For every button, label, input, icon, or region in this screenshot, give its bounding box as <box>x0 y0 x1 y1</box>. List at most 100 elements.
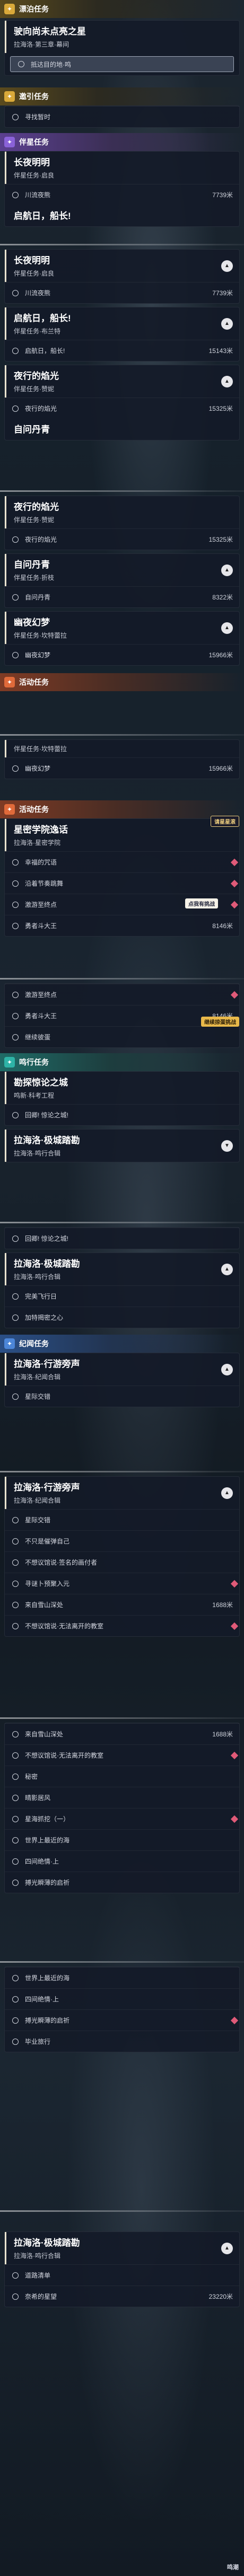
quest-card[interactable]: 寻找暂时 <box>4 105 240 128</box>
quest-step[interactable]: 寻找暂时 <box>5 106 239 127</box>
quest-step[interactable]: 四间绝情·上 <box>5 1850 239 1872</box>
chevron-up-icon[interactable]: ▲ <box>221 1363 233 1375</box>
section-header-event[interactable]: ✦ 活动任务 <box>0 800 244 818</box>
quest-step[interactable]: 川流夜熊 7739米 <box>5 184 239 205</box>
quest-step[interactable]: 幽夜幻梦 15966米 <box>5 757 239 779</box>
quest-step[interactable]: 幸福的咒语 <box>5 851 239 872</box>
quest-step[interactable]: 幽夜幻梦 15966米 <box>5 644 239 665</box>
quest-step[interactable]: 来自雪山深处 1688米 <box>5 1594 239 1615</box>
quest-step[interactable]: 搏光瞬薄的启祈 <box>5 1872 239 1893</box>
section-header-invite[interactable]: ✦ 邀引任务 <box>0 87 244 105</box>
quest-card[interactable]: 夜行的焰光 伴星任务·赞妮 ▲ 夜行的焰光 15325米 自问丹青 <box>4 365 240 440</box>
quest-header[interactable]: 启航日，船长! 伴星任务·布兰特 ▲ <box>5 307 239 340</box>
quest-header[interactable]: 星密学院逸话 拉海洛·星密学院 <box>5 819 239 851</box>
quest-card[interactable]: 星密学院逸话 拉海洛·星密学院 幸福的咒语 沿着节奏跳舞 激游至终点 勇者斗大王… <box>4 816 240 937</box>
quest-step[interactable]: 夜行的焰光 15325米 <box>5 398 239 419</box>
chevron-up-icon[interactable]: ▲ <box>221 564 233 576</box>
quest-card[interactable]: 拉海洛·极城踏勘 拉海洛·鸣行合辑 ▲ 完美飞行日 加特揭密之心 <box>4 1252 240 1328</box>
quest-card[interactable]: 拉海洛·行游旁声 拉海洛·纪闻合辑 ▲ 星际交错 <box>4 1353 240 1407</box>
quest-card[interactable]: 幽夜幻梦 伴星任务·坎特蕾拉 ▲ 幽夜幻梦 15966米 <box>4 611 240 666</box>
quest-step[interactable]: 星海抓挖（一） <box>5 1808 239 1829</box>
quest-card[interactable]: 长夜明明 伴星任务·启良 川流夜熊 7739米 启航日，船长! <box>4 151 240 227</box>
section-header-wander[interactable]: ✦ 漂泊任务 <box>0 0 244 18</box>
quest-step[interactable]: 继续彼蛋 <box>5 1026 239 1047</box>
quest-step[interactable]: 夜行的焰光 15325米 <box>5 528 239 550</box>
quest-header[interactable]: 夜行的焰光 伴星任务·赞妮 ▲ <box>5 365 239 398</box>
quest-step[interactable]: 晴影居风 <box>5 1787 239 1808</box>
quest-card[interactable]: 夜行的焰光 伴星任务·赞妮 夜行的焰光 15325米 <box>4 496 240 550</box>
quest-step[interactable]: 世界上最近的海 <box>5 1829 239 1850</box>
quest-card[interactable]: 勘探惊论之城 鸣新·科考工程 回卿! 惊论之城! <box>4 1071 240 1126</box>
quest-step[interactable]: 世界上最近的海 <box>5 1967 239 1988</box>
quest-step[interactable]: 星际交错 <box>5 1386 239 1407</box>
quest-header[interactable]: 拉海洛·极城踏勘 拉海洛·鸣行合辑 ▲ <box>5 1253 239 1285</box>
quest-card[interactable]: 伴星任务·坎特蕾拉 幽夜幻梦 15966米 <box>4 739 240 779</box>
quest-step[interactable]: 自问丹青 8322米 <box>5 586 239 607</box>
quest-card[interactable]: 回卿! 惊论之城! <box>4 1227 240 1249</box>
quest-step[interactable]: 沿着节奏跳舞 <box>5 872 239 894</box>
quest-header[interactable]: 拉海洛·行游旁声 拉海洛·纪闻合辑 ▲ <box>5 1353 239 1386</box>
chevron-up-icon[interactable]: ▲ <box>221 1487 233 1499</box>
quest-card[interactable]: 启航日，船长! 伴星任务·布兰特 ▲ 启航日，船长! 15143米 <box>4 307 240 361</box>
quest-header[interactable]: 驶向尚未点亮之星 拉海洛·第三章·幕间 <box>5 21 239 53</box>
quest-step[interactable]: 秘密 <box>5 1766 239 1787</box>
quest-step[interactable]: 不想议馆说·签名的画付者 <box>5 1551 239 1573</box>
quest-card[interactable]: 拉海洛·行游旁声 拉海洛·纪闻合辑 ▲ 星际交错 不只是催弹自己 不想议馆说·签… <box>4 1476 240 1637</box>
quest-header[interactable]: 启航日，船长! <box>5 205 239 226</box>
quest-step[interactable]: 搏光瞬薄的启祈 <box>5 2009 239 2031</box>
quest-step[interactable]: 勇者斗大王 8146米 <box>5 915 239 936</box>
quest-header[interactable]: 拉海洛·极城踏勘 拉海洛·鸣行合辑 ▼ <box>5 1130 239 1162</box>
quest-header[interactable]: 拉海洛·极城踏勘 拉海洛·鸣行合辑 ▲ <box>5 2232 239 2264</box>
quest-header[interactable]: 伴星任务·坎特蕾拉 <box>5 740 239 757</box>
quest-step[interactable]: 奈希的星望 23220米 <box>5 2286 239 2307</box>
quest-header[interactable]: 长夜明明 伴星任务·启良 <box>5 152 239 184</box>
chevron-up-icon[interactable]: ▲ <box>221 375 233 387</box>
quest-step[interactable]: 加特揭密之心 <box>5 1307 239 1328</box>
quest-step[interactable]: 不想议馆说·无法离开的教室 <box>5 1615 239 1636</box>
quest-card[interactable]: 激游至终点 勇者斗大王 8146米 继续彼蛋 继续掠蛋挑战 <box>4 983 240 1048</box>
quest-card[interactable]: 世界上最近的海 四间绝情·上 搏光瞬薄的启祈 毕业旅行 <box>4 1966 240 2052</box>
quest-step[interactable]: 星际交错 <box>5 1509 239 1530</box>
quest-step[interactable]: 完美飞行日 <box>5 1285 239 1307</box>
quest-step[interactable]: 来自雪山深处 1688米 <box>5 1723 239 1744</box>
quest-step[interactable]: 回卿! 惊论之城! <box>5 1104 239 1125</box>
chevron-up-icon[interactable]: ▲ <box>221 1263 233 1275</box>
quest-header[interactable]: 夜行的焰光 伴星任务·赞妮 <box>5 496 239 528</box>
quest-step[interactable]: 不想议馆说·无法离开的教室 <box>5 1744 239 1766</box>
quest-step[interactable]: 道路清单 <box>5 2264 239 2286</box>
quest-step[interactable]: 川流夜熊 7739米 <box>5 282 239 303</box>
chevron-up-icon[interactable]: ▲ <box>221 622 233 634</box>
quest-header[interactable]: 勘探惊论之城 鸣新·科考工程 <box>5 1072 239 1104</box>
event-bubble[interactable]: 继续掠蛋挑战 <box>201 1017 239 1027</box>
chevron-up-icon[interactable]: ▲ <box>221 317 233 330</box>
section-header-sonance[interactable]: ✦ 鸣行任务 <box>0 1053 244 1071</box>
quest-step-selected[interactable]: 抵达目的地·鸣 <box>10 56 234 72</box>
quest-card[interactable]: 自问丹青 伴星任务·折枝 ▲ 自问丹青 8322米 <box>4 553 240 608</box>
quest-card[interactable]: 拉海洛·极城踏勘 拉海洛·鸣行合辑 ▼ <box>4 1129 240 1162</box>
section-header-companion[interactable]: ✦ 伴星任务 <box>0 133 244 151</box>
quest-step[interactable]: 不只是催弹自己 <box>5 1530 239 1551</box>
quest-header[interactable]: 自问丹青 伴星任务·折枝 ▲ <box>5 554 239 586</box>
quest-header[interactable]: 幽夜幻梦 伴星任务·坎特蕾拉 ▲ <box>5 612 239 644</box>
event-bubble[interactable]: 请星星滚 <box>211 816 239 827</box>
quest-header[interactable]: 拉海洛·行游旁声 拉海洛·纪闻合辑 ▲ <box>5 1477 239 1509</box>
quest-card[interactable]: 长夜明明 伴星任务·启良 ▲ 川流夜熊 7739米 <box>4 249 240 304</box>
chevron-up-icon[interactable]: ▲ <box>221 260 233 272</box>
quest-step[interactable]: 四间绝情·上 <box>5 1988 239 2009</box>
quest-card[interactable]: 拉海洛·极城踏勘 拉海洛·鸣行合辑 ▲ 道路清单 奈希的星望 23220米 <box>4 2231 240 2307</box>
chevron-up-icon[interactable]: ▲ <box>221 2242 233 2254</box>
quest-header[interactable]: 长夜明明 伴星任务·启良 ▲ <box>5 250 239 282</box>
quest-step[interactable]: 激游至终点 <box>5 984 239 1005</box>
section-header-chronicle[interactable]: ✦ 纪闻任务 <box>0 1335 244 1353</box>
quest-card[interactable]: 来自雪山深处 1688米 不想议馆说·无法离开的教室 秘密 晴影居风 星海抓挖（一… <box>4 1723 240 1893</box>
event-floating-badge[interactable]: 点我有挑战 <box>185 898 218 908</box>
section-header-event[interactable]: ✦ 活动任务 <box>0 673 244 691</box>
quest-header[interactable]: 自问丹青 <box>5 419 239 440</box>
wander-quest-icon: ✦ <box>4 4 15 14</box>
quest-step[interactable]: 寻谜卜预聚入元 <box>5 1573 239 1594</box>
quest-card[interactable]: 驶向尚未点亮之星 拉海洛·第三章·幕间 抵达目的地·鸣 <box>4 20 240 76</box>
quest-step[interactable]: 毕业旅行 <box>5 2031 239 2052</box>
chevron-down-icon[interactable]: ▼ <box>221 1140 233 1152</box>
quest-step[interactable]: 启航日，船长! 15143米 <box>5 340 239 361</box>
quest-step[interactable]: 回卿! 惊论之城! <box>5 1228 239 1249</box>
